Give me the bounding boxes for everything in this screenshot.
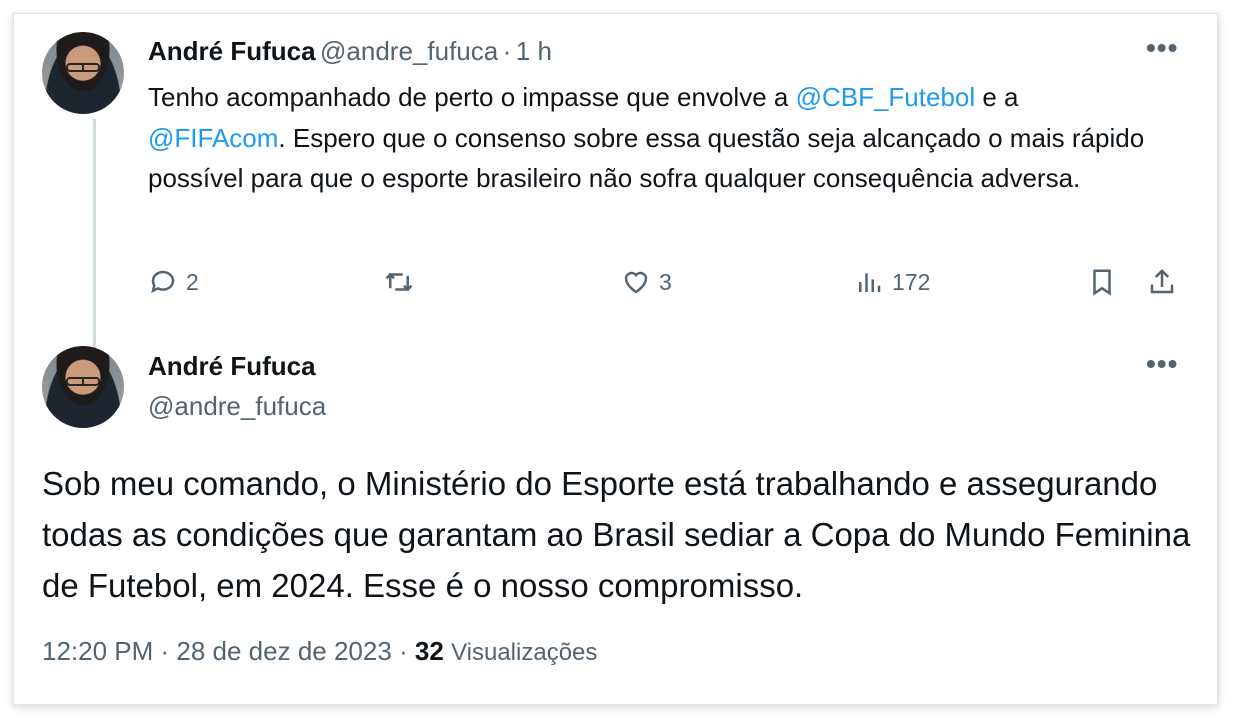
- author-name[interactable]: André Fufuca: [148, 36, 316, 66]
- timestamp[interactable]: 12:20 PM · 28 de dez de 2023 ·: [42, 636, 415, 666]
- share-button[interactable]: [1147, 267, 1177, 297]
- views-button[interactable]: 172: [854, 267, 930, 297]
- main-author-name: André Fufuca: [148, 351, 316, 382]
- retweet-button[interactable]: [384, 267, 422, 297]
- reply-count: 2: [186, 268, 199, 295]
- main-author-handle-wrap: @andre_fufuca: [148, 391, 326, 422]
- time-ago[interactable]: 1 h: [516, 36, 552, 66]
- more-horizontal-icon[interactable]: •••: [1146, 348, 1178, 380]
- share-icon: [1150, 268, 1174, 294]
- views-label[interactable]: Visualizações: [451, 639, 597, 666]
- like-button[interactable]: 3: [621, 267, 672, 297]
- bookmark-icon: [1093, 269, 1111, 296]
- bookmark-button[interactable]: [1087, 267, 1117, 297]
- views-count: 32: [414, 636, 444, 666]
- author-name[interactable]: André Fufuca: [148, 351, 316, 381]
- views-icon: [859, 273, 881, 292]
- more-horizontal-icon[interactable]: •••: [1146, 32, 1178, 64]
- heart-icon: [624, 271, 648, 294]
- views-count: 172: [892, 268, 931, 295]
- author-handle[interactable]: @andre_fufuca: [320, 36, 498, 66]
- tweet-card: André Fufuca @andre_fufuca · 1 h ••• Ten…: [13, 13, 1218, 705]
- mention-link[interactable]: @CBF_Futebol: [796, 82, 976, 112]
- text-segment: . Espero que o consenso sobre essa quest…: [148, 122, 1145, 194]
- reply-button[interactable]: 2: [148, 267, 199, 297]
- avatar[interactable]: [42, 32, 124, 114]
- text-segment: e a: [975, 82, 1019, 112]
- tweet-footer: 12:20 PM · 28 de dez de 2023 · 32 Visual…: [42, 636, 597, 667]
- mention-link[interactable]: @FIFAcom: [148, 123, 278, 153]
- author-handle[interactable]: @andre_fufuca: [148, 391, 326, 421]
- retweet-icon: [385, 272, 413, 292]
- avatar[interactable]: [42, 346, 124, 428]
- thread-line: [93, 119, 96, 349]
- separator: ·: [502, 36, 512, 66]
- main-tweet-text: Sob meu comando, o Ministério do Esporte…: [42, 465, 1191, 604]
- reply-text: Tenho acompanhado de perto o impasse que…: [148, 77, 1168, 199]
- reply-icon: [151, 270, 175, 293]
- like-count: 3: [659, 268, 672, 295]
- text-segment: Tenho acompanhado de perto o impasse que…: [148, 82, 796, 112]
- reply-header: André Fufuca @andre_fufuca · 1 h: [148, 36, 552, 67]
